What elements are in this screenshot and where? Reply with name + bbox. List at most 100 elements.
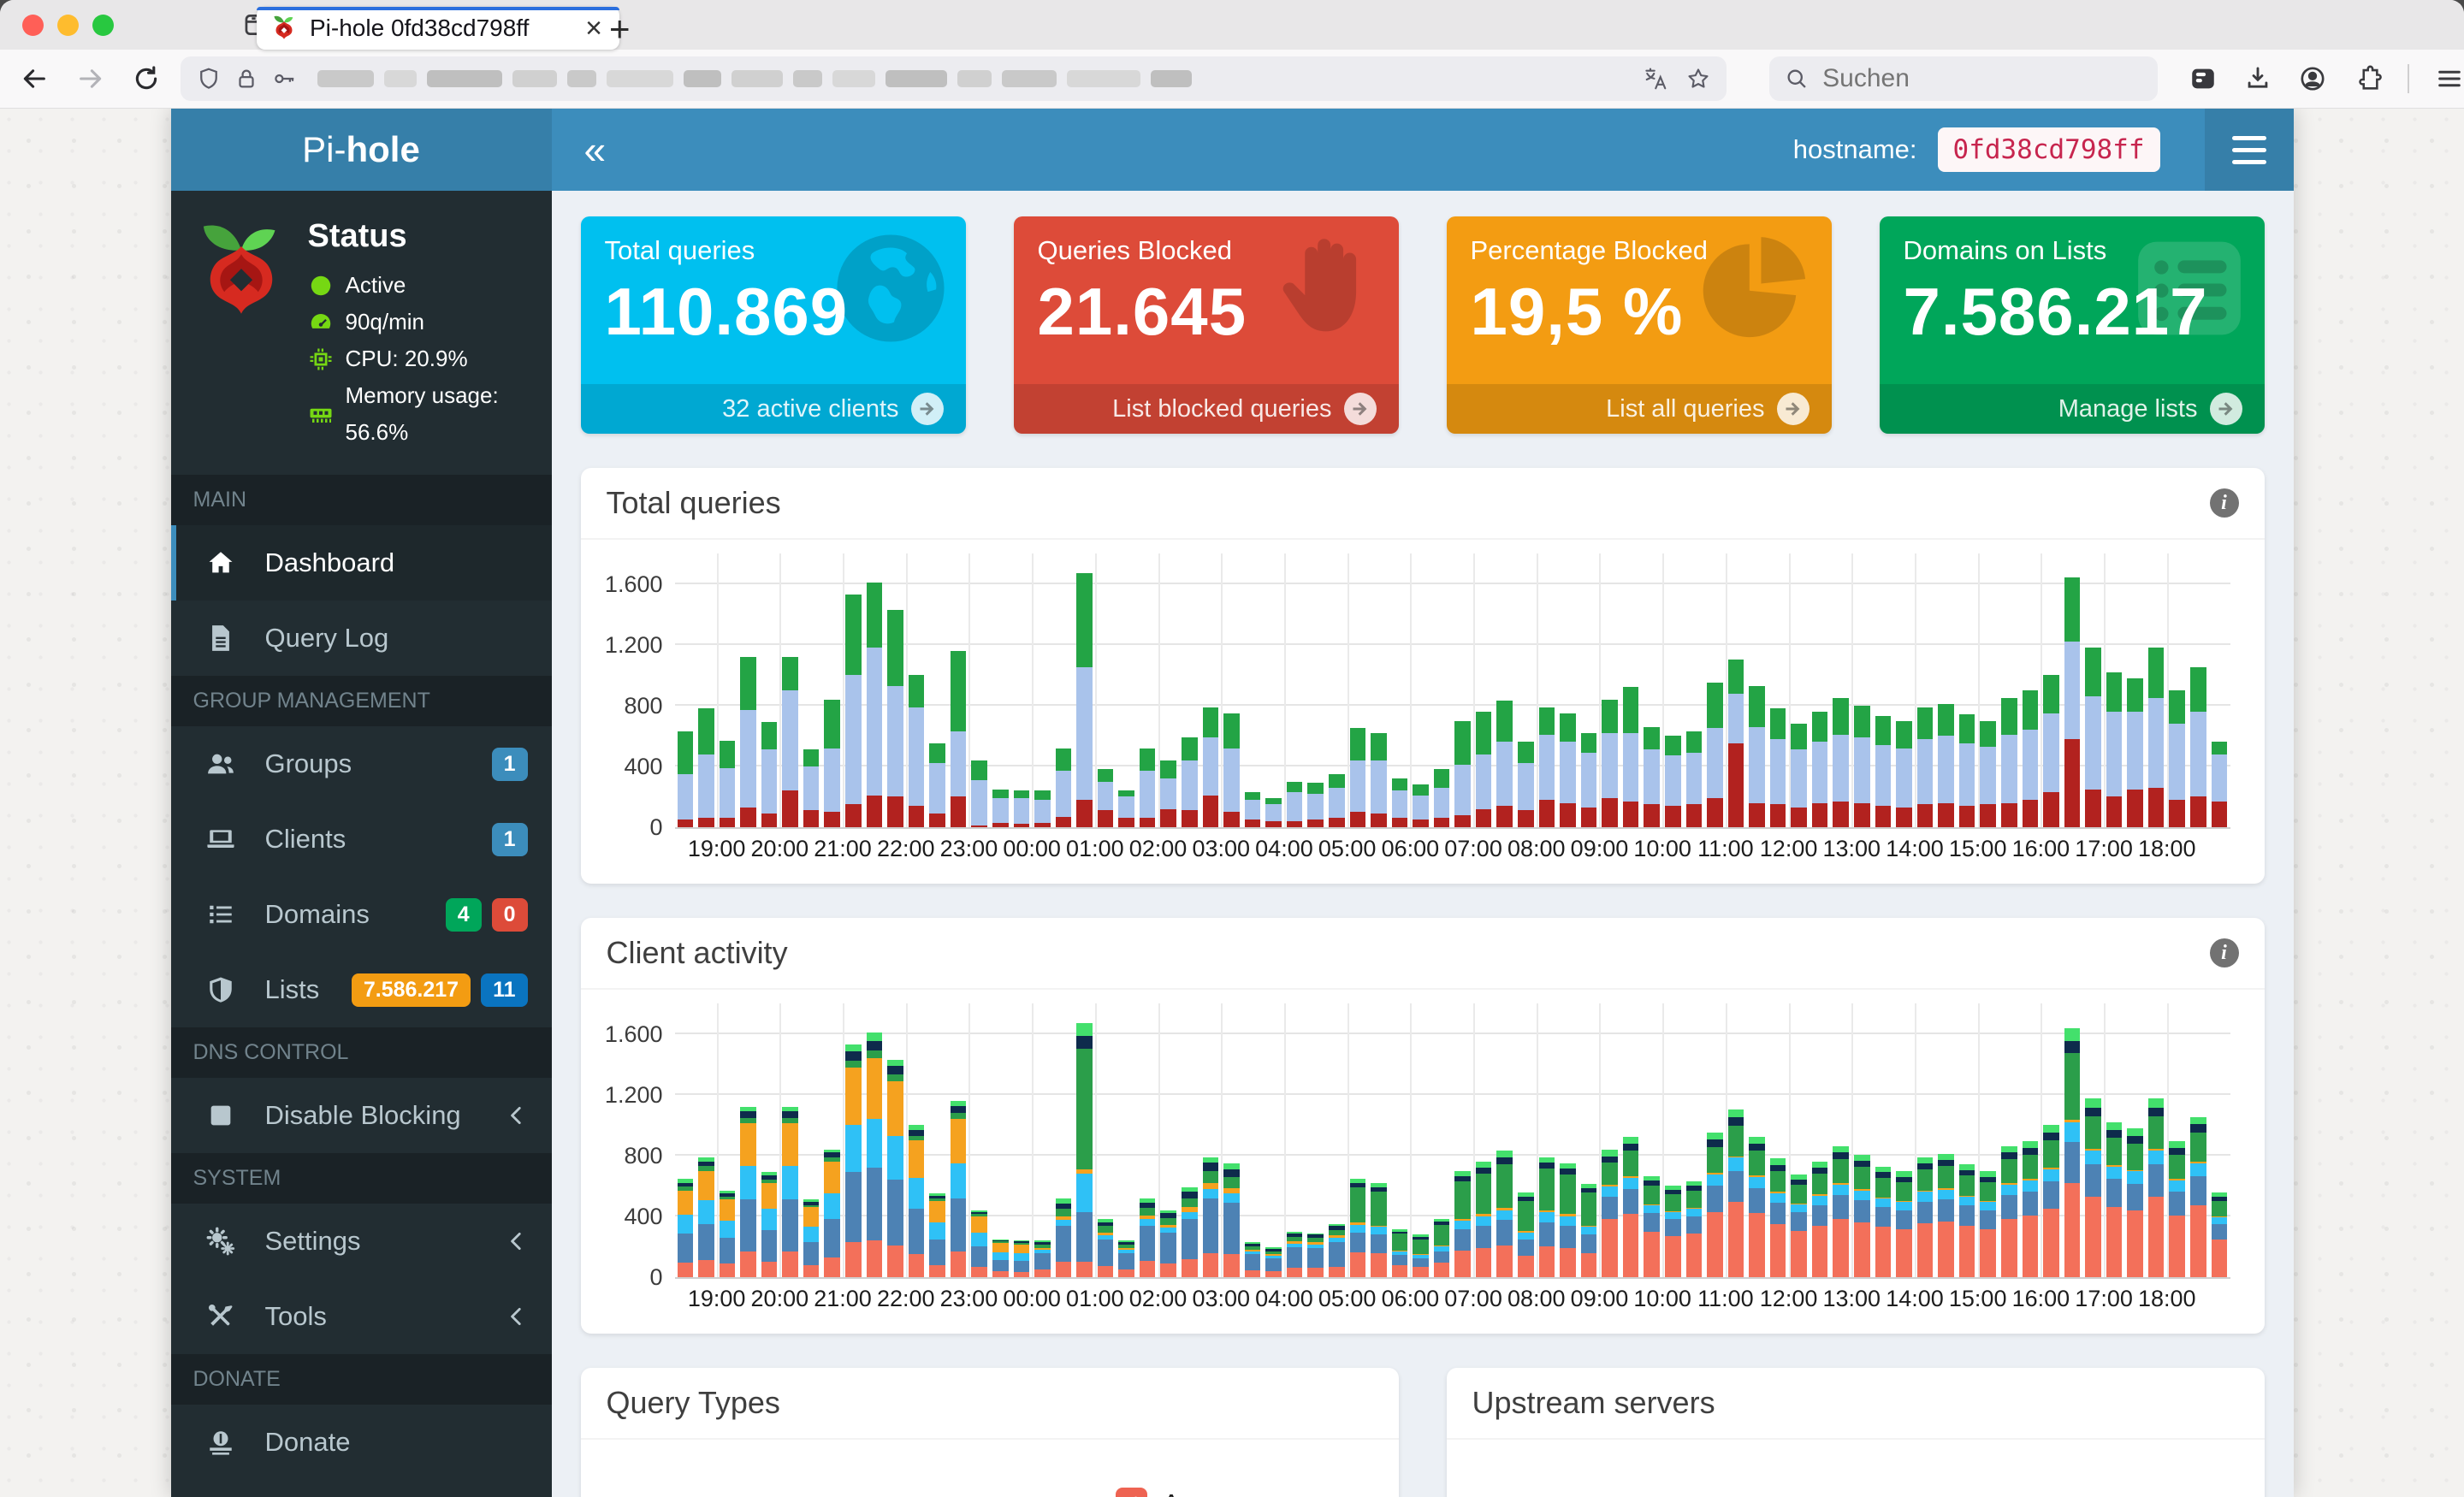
card-footer-link[interactable]: List all queries bbox=[1446, 384, 1832, 434]
stacked-bar[interactable] bbox=[971, 760, 987, 827]
stacked-bar[interactable] bbox=[1202, 707, 1219, 827]
stacked-bar[interactable] bbox=[1685, 731, 1703, 827]
stacked-bar[interactable] bbox=[866, 1032, 883, 1277]
stacked-bar[interactable] bbox=[1160, 760, 1176, 827]
stacked-bar[interactable] bbox=[1475, 1161, 1492, 1277]
stacked-bar[interactable] bbox=[1139, 1198, 1156, 1277]
stacked-bar[interactable] bbox=[761, 1172, 778, 1277]
stacked-bar[interactable] bbox=[1811, 711, 1828, 827]
stacked-bar[interactable] bbox=[1707, 683, 1723, 827]
new-tab-button[interactable]: + bbox=[609, 9, 631, 50]
stacked-bar[interactable] bbox=[1118, 790, 1134, 827]
stacked-bar[interactable] bbox=[2211, 742, 2228, 827]
stacked-bar[interactable] bbox=[1749, 685, 1765, 827]
stacked-bar[interactable] bbox=[1223, 1163, 1240, 1277]
sidebar-item-tools[interactable]: Tools bbox=[171, 1279, 552, 1354]
stacked-bar[interactable] bbox=[1580, 1183, 1597, 1277]
stacked-bar[interactable] bbox=[677, 1179, 694, 1277]
search-input[interactable] bbox=[1821, 63, 2099, 94]
stacked-bar[interactable] bbox=[1244, 792, 1261, 827]
panel-icon[interactable] bbox=[2189, 64, 2218, 93]
stacked-bar[interactable] bbox=[1518, 1192, 1534, 1277]
stacked-bar[interactable] bbox=[740, 656, 756, 827]
stacked-bar[interactable] bbox=[1349, 1178, 1366, 1277]
stacked-bar[interactable] bbox=[1013, 790, 1030, 827]
stacked-bar[interactable] bbox=[887, 609, 903, 827]
card-footer-link[interactable]: List blocked queries bbox=[1013, 384, 1399, 434]
stacked-bar[interactable] bbox=[803, 1199, 820, 1277]
pihole-logo[interactable]: Pi-hole bbox=[170, 109, 552, 191]
search-bar[interactable] bbox=[1769, 56, 2158, 101]
stacked-bar[interactable] bbox=[1034, 1240, 1051, 1277]
stacked-bar[interactable] bbox=[1076, 1023, 1093, 1277]
stacked-bar[interactable] bbox=[1938, 704, 1954, 827]
stacked-bar[interactable] bbox=[887, 1059, 903, 1277]
stacked-bar[interactable] bbox=[1076, 573, 1093, 827]
stacked-bar[interactable] bbox=[1307, 1233, 1324, 1277]
stacked-bar[interactable] bbox=[719, 1190, 736, 1277]
stacked-bar[interactable] bbox=[1854, 1154, 1870, 1277]
stacked-bar[interactable] bbox=[2085, 648, 2101, 827]
sidebar-item-settings[interactable]: Settings bbox=[171, 1204, 552, 1279]
stacked-bar[interactable] bbox=[1055, 748, 1072, 827]
stacked-bar[interactable] bbox=[1622, 1137, 1639, 1277]
stacked-bar[interactable] bbox=[1916, 1157, 1934, 1277]
reload-button[interactable] bbox=[124, 56, 169, 101]
stacked-bar[interactable] bbox=[1727, 660, 1744, 827]
translate-icon[interactable] bbox=[1643, 66, 1668, 92]
stacked-bar[interactable] bbox=[1013, 1240, 1030, 1277]
stacked-bar[interactable] bbox=[782, 656, 798, 827]
stacked-bar[interactable] bbox=[824, 1149, 840, 1277]
tracking-shield-icon[interactable] bbox=[196, 66, 222, 92]
stacked-bar[interactable] bbox=[1097, 1219, 1114, 1277]
stacked-bar[interactable] bbox=[1811, 1161, 1828, 1277]
stacked-bar[interactable] bbox=[677, 731, 694, 827]
stacked-bar[interactable] bbox=[1896, 1171, 1912, 1277]
sidebar-item-lists[interactable]: Lists 7.586.217 11 bbox=[171, 952, 552, 1027]
stacked-bar[interactable] bbox=[1433, 769, 1450, 827]
tab-close-icon[interactable]: × bbox=[582, 14, 606, 43]
window-close-button[interactable] bbox=[22, 14, 44, 36]
stacked-bar[interactable] bbox=[740, 1106, 756, 1277]
stacked-bar[interactable] bbox=[2147, 648, 2165, 827]
navbar-menu-toggle[interactable] bbox=[2204, 109, 2294, 191]
stacked-bar[interactable] bbox=[950, 650, 967, 827]
bookmark-star-icon[interactable] bbox=[1685, 66, 1711, 92]
stacked-bar[interactable] bbox=[1769, 708, 1786, 827]
stacked-bar[interactable] bbox=[845, 595, 862, 827]
stacked-bar[interactable] bbox=[1182, 1187, 1198, 1277]
stacked-bar[interactable] bbox=[1727, 1109, 1744, 1277]
stacked-bar[interactable] bbox=[2169, 690, 2185, 827]
stacked-bar[interactable] bbox=[1769, 1158, 1786, 1277]
stacked-bar[interactable] bbox=[2043, 1125, 2059, 1277]
stacked-bar[interactable] bbox=[1749, 1136, 1765, 1277]
stacked-bar[interactable] bbox=[1454, 1170, 1471, 1277]
stacked-bar[interactable] bbox=[1055, 1198, 1072, 1277]
stacked-bar[interactable] bbox=[992, 789, 1009, 827]
stacked-bar[interactable] bbox=[2106, 672, 2123, 827]
stacked-bar[interactable] bbox=[1685, 1181, 1703, 1277]
stacked-bar[interactable] bbox=[1328, 773, 1345, 827]
stacked-bar[interactable] bbox=[1349, 728, 1366, 827]
stacked-bar[interactable] bbox=[1916, 707, 1934, 827]
checkbox-icon[interactable]: ✓ bbox=[1115, 1488, 1147, 1497]
stacked-bar[interactable] bbox=[2022, 1140, 2039, 1277]
stacked-bar[interactable] bbox=[1854, 705, 1870, 827]
stacked-bar[interactable] bbox=[1433, 1218, 1450, 1277]
stacked-bar[interactable] bbox=[1265, 1247, 1282, 1277]
stacked-bar[interactable] bbox=[1160, 1210, 1176, 1277]
stacked-bar[interactable] bbox=[845, 1044, 862, 1277]
card-footer-link[interactable]: 32 active clients bbox=[580, 384, 966, 434]
stacked-bar[interactable] bbox=[1538, 1157, 1555, 1277]
downloads-icon[interactable] bbox=[2243, 64, 2272, 93]
stacked-bar[interactable] bbox=[1896, 720, 1912, 827]
stacked-bar[interactable] bbox=[929, 1193, 945, 1277]
stacked-bar[interactable] bbox=[2022, 690, 2039, 827]
browser-tab[interactable]: Pi-hole 0fd38cd798ff × bbox=[257, 7, 619, 50]
stacked-bar[interactable] bbox=[2043, 675, 2059, 827]
stacked-bar[interactable] bbox=[2127, 1127, 2143, 1277]
sidebar-item-domains[interactable]: Domains 4 0 bbox=[171, 877, 552, 952]
sidebar-item-clients[interactable]: Clients 1 bbox=[171, 802, 552, 877]
stacked-bar[interactable] bbox=[1413, 784, 1429, 827]
forward-button[interactable] bbox=[68, 56, 113, 101]
